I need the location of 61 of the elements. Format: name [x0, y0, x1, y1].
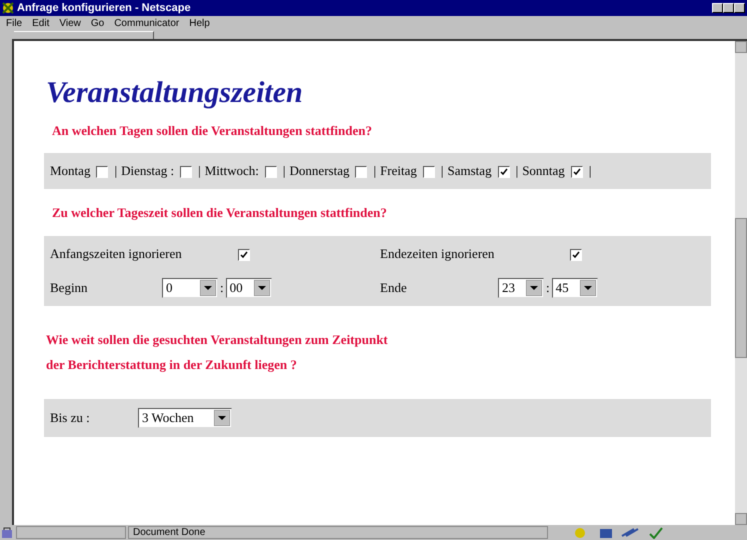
checkbox[interactable] — [96, 166, 108, 178]
checkmark-icon — [572, 168, 581, 176]
checkbox[interactable] — [264, 166, 277, 178]
separator-text: | — [516, 162, 518, 178]
dropdown-arrow-icon — [214, 410, 230, 426]
question-text: der Berichterstattung in der Zukunft liegen ? — [46, 356, 298, 374]
checkbox[interactable] — [570, 166, 583, 178]
time-label: Ende — [380, 278, 408, 297]
checkmark-icon — [572, 251, 580, 260]
dropdown-arrow-icon — [526, 280, 542, 296]
window-title: Anfrage konfigurieren - Netscape — [17, 0, 192, 16]
window-buttons-drawing[interactable] — [712, 3, 745, 13]
page-heading: Veranstaltungszeiten — [46, 75, 304, 111]
checkmark-icon — [500, 168, 508, 176]
day-label: Donnerstag — [290, 162, 350, 178]
separator-text: | — [373, 162, 376, 178]
separator-text: | — [282, 162, 286, 178]
app-icon — [2, 2, 14, 14]
option-label: Anfangszeiten ignorieren — [50, 244, 380, 264]
menu-item[interactable]: File — [6, 16, 22, 31]
colon-text: : — [546, 278, 550, 297]
day-label: Sonntag — [522, 162, 565, 178]
dropdown-arrow-icon — [580, 280, 596, 296]
menu-item[interactable]: Communicator — [114, 16, 180, 31]
day-label: Dienstag : — [121, 162, 174, 178]
period-select[interactable]: 3 Wochen — [138, 408, 232, 428]
checkmark-icon — [240, 251, 248, 260]
minute-select[interactable]: 45 — [552, 278, 598, 298]
menu-item[interactable]: Help — [189, 16, 210, 31]
hour-select[interactable]: 0 — [162, 278, 218, 298]
option-label: Endezeiten ignorieren — [380, 244, 705, 264]
checkbox[interactable] — [422, 166, 435, 178]
time-label: Beginn — [50, 278, 89, 297]
status-text: Document Done — [128, 526, 548, 539]
checkbox[interactable] — [355, 166, 368, 178]
separator-text: | — [440, 162, 444, 178]
day-label: Freitag — [380, 162, 417, 178]
separator-text: | — [198, 162, 201, 178]
menu-item[interactable]: View — [59, 16, 81, 31]
scrollbar[interactable] — [735, 41, 747, 525]
menu-item[interactable]: Go — [90, 16, 104, 31]
day-label: Samstag — [448, 162, 492, 178]
menu-item[interactable]: Edit — [32, 16, 50, 31]
checkbox[interactable] — [498, 166, 510, 178]
question-text: Wie weit sollen die gesuchten Veranstaltungen zum Zeitpunkt — [46, 330, 389, 349]
dropdown-arrow-icon — [200, 280, 216, 296]
checkbox[interactable] — [180, 166, 192, 178]
checkbox[interactable] — [570, 249, 582, 262]
colon-text: : — [220, 278, 224, 297]
separator-text: | — [588, 162, 592, 178]
question-text: Zu welcher Tageszeit sollen die Veranstaltungen stattfinden? — [52, 204, 388, 222]
day-label: Mittwoch: — [204, 162, 259, 178]
minute-select[interactable]: 00 — [226, 278, 272, 298]
dropdown-arrow-icon — [254, 280, 270, 296]
question-text: An welchen Tagen sollen die Veranstaltungen stattfinden? — [52, 122, 373, 140]
day-label: Montag — [50, 162, 90, 178]
separator-text: | — [114, 162, 118, 178]
checkbox[interactable] — [238, 249, 250, 262]
security-icon — [0, 526, 14, 538]
until-label: Bis zu : — [50, 408, 91, 427]
hour-select[interactable]: 23 — [498, 278, 544, 298]
